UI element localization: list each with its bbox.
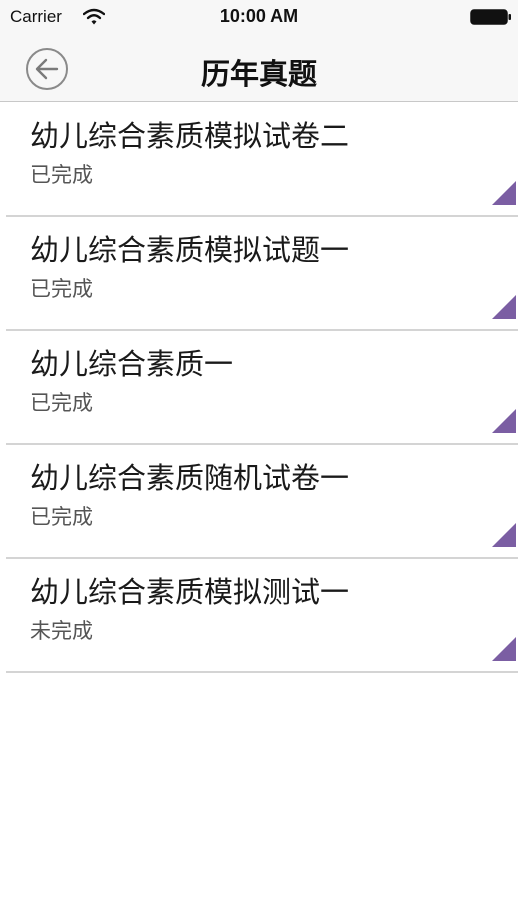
exam-list: 幼儿综合素质模拟试卷二 已完成 幼儿综合素质模拟试题一 已完成 幼儿综合素质一 … bbox=[0, 103, 518, 673]
corner-triangle-icon bbox=[492, 523, 516, 547]
status-bar: Carrier 10:00 AM bbox=[0, 0, 518, 34]
item-title: 幼儿综合素质模拟测试一 bbox=[30, 575, 350, 609]
list-item[interactable]: 幼儿综合素质一 已完成 bbox=[6, 331, 518, 445]
item-status: 已完成 bbox=[30, 505, 93, 529]
battery-icon bbox=[470, 9, 511, 25]
corner-triangle-icon bbox=[492, 295, 516, 319]
status-time: 10:00 AM bbox=[219, 6, 299, 26]
navigation-bar: 历年真题 bbox=[0, 34, 518, 102]
item-title: 幼儿综合素质模拟试题一 bbox=[30, 233, 350, 267]
item-title: 幼儿综合素质一 bbox=[30, 347, 234, 381]
item-status: 已完成 bbox=[30, 391, 93, 415]
item-title: 幼儿综合素质随机试卷一 bbox=[30, 461, 350, 495]
corner-triangle-icon bbox=[492, 409, 516, 433]
list-item[interactable]: 幼儿综合素质随机试卷一 已完成 bbox=[6, 445, 518, 559]
item-status: 未完成 bbox=[30, 619, 93, 643]
item-status: 已完成 bbox=[30, 277, 93, 301]
corner-triangle-icon bbox=[492, 181, 516, 205]
page-title: 历年真题 bbox=[200, 57, 317, 91]
corner-triangle-icon bbox=[492, 637, 516, 661]
list-item[interactable]: 幼儿综合素质模拟试卷二 已完成 bbox=[6, 103, 518, 217]
item-status: 已完成 bbox=[30, 163, 93, 187]
list-item[interactable]: 幼儿综合素质模拟测试一 未完成 bbox=[6, 559, 518, 673]
item-title: 幼儿综合素质模拟试卷二 bbox=[30, 119, 350, 153]
list-item[interactable]: 幼儿综合素质模拟试题一 已完成 bbox=[6, 217, 518, 331]
